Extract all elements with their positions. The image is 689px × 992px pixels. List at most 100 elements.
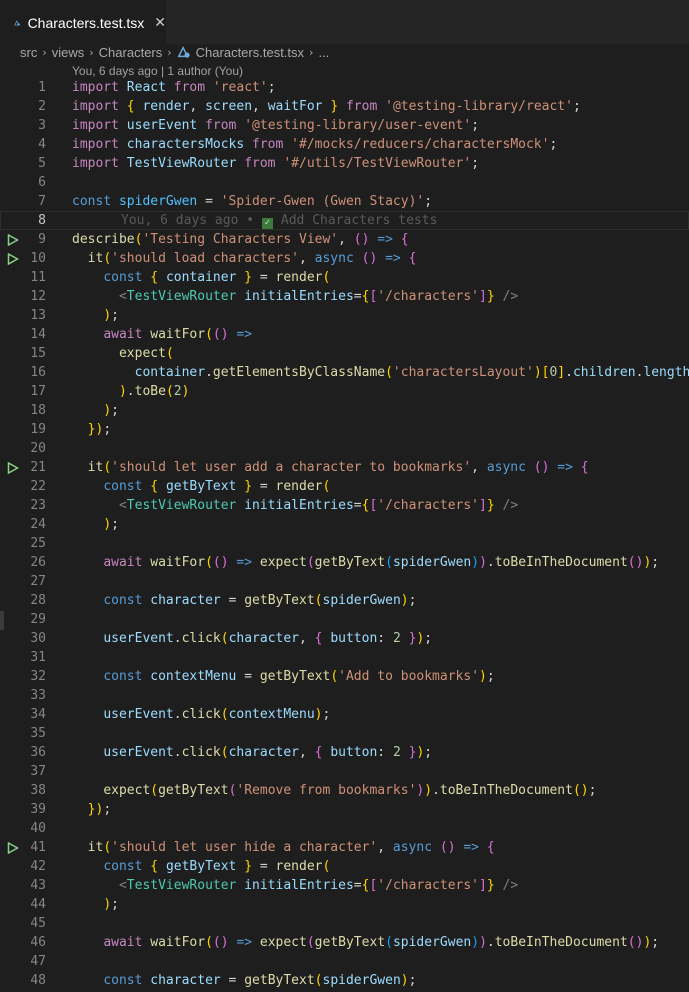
code-line[interactable]: 39 }); bbox=[0, 800, 689, 819]
code-line[interactable]: 21 it('should let user add a character t… bbox=[0, 458, 689, 477]
code-line[interactable]: 41 it('should let user hide a character'… bbox=[0, 838, 689, 857]
code-text: }); bbox=[87, 422, 112, 437]
inline-blame-message: Add Characters tests bbox=[280, 213, 438, 228]
code-text: userEvent.click(character, { button: 2 }… bbox=[103, 631, 433, 646]
line-number: 5 bbox=[38, 156, 46, 171]
line-number: 27 bbox=[30, 574, 46, 589]
code-line[interactable]: 12 <TestViewRouter initialEntries={['/ch… bbox=[0, 287, 689, 306]
code-line[interactable]: 32 const contextMenu = getByText('Add to… bbox=[0, 667, 689, 686]
code-line[interactable]: 33 bbox=[0, 686, 689, 705]
code-text: const character = getByText(spiderGwen); bbox=[103, 593, 417, 608]
breadcrumb-file[interactable]: Characters.test.tsx bbox=[196, 45, 304, 60]
code-text: await waitFor(() => bbox=[103, 327, 253, 342]
code-text: import React from 'react'; bbox=[72, 80, 276, 95]
code-line[interactable]: 43 <TestViewRouter initialEntries={['/ch… bbox=[0, 876, 689, 895]
code-line[interactable]: 30 userEvent.click(character, { button: … bbox=[0, 629, 689, 648]
code-text: container.getElementsByClassName('charac… bbox=[134, 365, 689, 380]
code-line[interactable]: 2 import { render, screen, waitFor } from… bbox=[0, 97, 689, 116]
code-line[interactable]: 13 ); bbox=[0, 306, 689, 325]
code-line[interactable]: 10 it('should load characters', async ()… bbox=[0, 249, 689, 268]
line-number: 2 bbox=[38, 99, 46, 114]
line-number: 48 bbox=[30, 973, 46, 988]
line-number: 11 bbox=[30, 270, 46, 285]
code-line[interactable]: 15 expect( bbox=[0, 344, 689, 363]
code-line[interactable]: 35 bbox=[0, 724, 689, 743]
breadcrumb-more[interactable]: ... bbox=[318, 45, 329, 60]
line-number: 42 bbox=[30, 859, 46, 874]
code-line[interactable]: 22 const { getByText } = render( bbox=[0, 477, 689, 496]
code-line[interactable]: 23 <TestViewRouter initialEntries={['/ch… bbox=[0, 496, 689, 515]
line-number: 39 bbox=[30, 802, 46, 817]
blame-header[interactable]: You, 6 days ago | 1 author (You) bbox=[72, 64, 243, 78]
code-line[interactable]: 34 userEvent.click(contextMenu); bbox=[0, 705, 689, 724]
tab-filename: Characters.test.tsx bbox=[27, 15, 145, 31]
line-number: 15 bbox=[30, 346, 46, 361]
tab-characters-test[interactable]: Characters.test.tsx ✕ bbox=[0, 0, 166, 45]
code-text: }); bbox=[87, 802, 112, 817]
line-number: 29 bbox=[30, 612, 46, 627]
code-line[interactable]: 20 bbox=[0, 439, 689, 458]
code-line[interactable]: 1 import React from 'react'; bbox=[0, 78, 689, 97]
breadcrumb-views[interactable]: views bbox=[52, 45, 85, 60]
code-line[interactable]: 44 ); bbox=[0, 895, 689, 914]
code-text: import userEvent from '@testing-library/… bbox=[72, 118, 480, 133]
code-text: userEvent.click(contextMenu); bbox=[103, 707, 331, 722]
line-number: 43 bbox=[30, 878, 46, 893]
code-line[interactable]: 40 bbox=[0, 819, 689, 838]
code-line[interactable]: 45 bbox=[0, 914, 689, 933]
code-line[interactable]: 16 container.getElementsByClassName('cha… bbox=[0, 363, 689, 382]
line-number: 18 bbox=[30, 403, 46, 418]
code-line[interactable]: 5 import TestViewRouter from '#/utils/Tes… bbox=[0, 154, 689, 173]
code-editor[interactable]: 1 import React from 'react'; 2 import { ren… bbox=[0, 78, 689, 990]
code-line[interactable]: 7 const spiderGwen = 'Spider-Gwen (Gwen S… bbox=[0, 192, 689, 211]
code-text: ); bbox=[103, 308, 119, 323]
code-line[interactable]: 18 ); bbox=[0, 401, 689, 420]
line-number: 13 bbox=[30, 308, 46, 323]
code-line[interactable]: 19 }); bbox=[0, 420, 689, 439]
code-line[interactable]: 9 describe('Testing Characters View', () … bbox=[0, 230, 689, 249]
code-line[interactable]: 24 ); bbox=[0, 515, 689, 534]
breadcrumb-src[interactable]: src bbox=[20, 45, 37, 60]
code-text: it('should let user add a character to b… bbox=[87, 460, 589, 475]
line-number: 32 bbox=[30, 669, 46, 684]
breadcrumb-characters[interactable]: Characters bbox=[99, 45, 163, 60]
code-line[interactable]: 46 await waitFor(() => expect(getByText(… bbox=[0, 933, 689, 952]
line-number: 36 bbox=[30, 745, 46, 760]
code-line[interactable]: 28 const character = getByText(spiderGwe… bbox=[0, 591, 689, 610]
line-number: 34 bbox=[30, 707, 46, 722]
code-line[interactable]: 3 import userEvent from '@testing-library… bbox=[0, 116, 689, 135]
code-text: ); bbox=[103, 403, 119, 418]
code-line[interactable]: 37 bbox=[0, 762, 689, 781]
code-line[interactable]: 6 bbox=[0, 173, 689, 192]
code-line[interactable]: 8 You, 6 days ago • ✓ Add Characters tests bbox=[0, 211, 689, 230]
code-text: <TestViewRouter initialEntries={['/chara… bbox=[118, 289, 519, 304]
inline-blame-author: You, 6 days ago • bbox=[121, 213, 262, 228]
code-line[interactable]: 27 bbox=[0, 572, 689, 591]
code-line[interactable]: 17 ).toBe(2) bbox=[0, 382, 689, 401]
code-line[interactable]: 14 await waitFor(() => bbox=[0, 325, 689, 344]
code-line[interactable]: 48 const character = getByText(spiderGwe… bbox=[0, 971, 689, 990]
line-number: 31 bbox=[30, 650, 46, 665]
code-line[interactable]: 25 bbox=[0, 534, 689, 553]
code-text: const { container } = render( bbox=[103, 270, 331, 285]
code-text: userEvent.click(character, { button: 2 }… bbox=[103, 745, 433, 760]
line-number: 17 bbox=[30, 384, 46, 399]
code-line[interactable]: 36 userEvent.click(character, { button: … bbox=[0, 743, 689, 762]
code-line[interactable]: 29 bbox=[0, 610, 689, 629]
line-number: 25 bbox=[30, 536, 46, 551]
line-number: 28 bbox=[30, 593, 46, 608]
code-line[interactable]: 47 bbox=[0, 952, 689, 971]
code-line[interactable]: 11 const { container } = render( bbox=[0, 268, 689, 287]
code-line[interactable]: 38 expect(getByText('Remove from bookmar… bbox=[0, 781, 689, 800]
code-line[interactable]: 26 await waitFor(() => expect(getByText(… bbox=[0, 553, 689, 572]
close-icon[interactable]: ✕ bbox=[154, 15, 166, 31]
code-line[interactable]: 42 const { getByText } = render( bbox=[0, 857, 689, 876]
line-number: 46 bbox=[30, 935, 46, 950]
code-line[interactable]: 4 import charactersMocks from '#/mocks/re… bbox=[0, 135, 689, 154]
react-test-file-icon bbox=[177, 46, 190, 58]
line-number: 24 bbox=[30, 517, 46, 532]
code-line[interactable]: 31 bbox=[0, 648, 689, 667]
line-number: 3 bbox=[38, 118, 46, 133]
code-text: const { getByText } = render( bbox=[103, 479, 331, 494]
line-number: 14 bbox=[30, 327, 46, 342]
